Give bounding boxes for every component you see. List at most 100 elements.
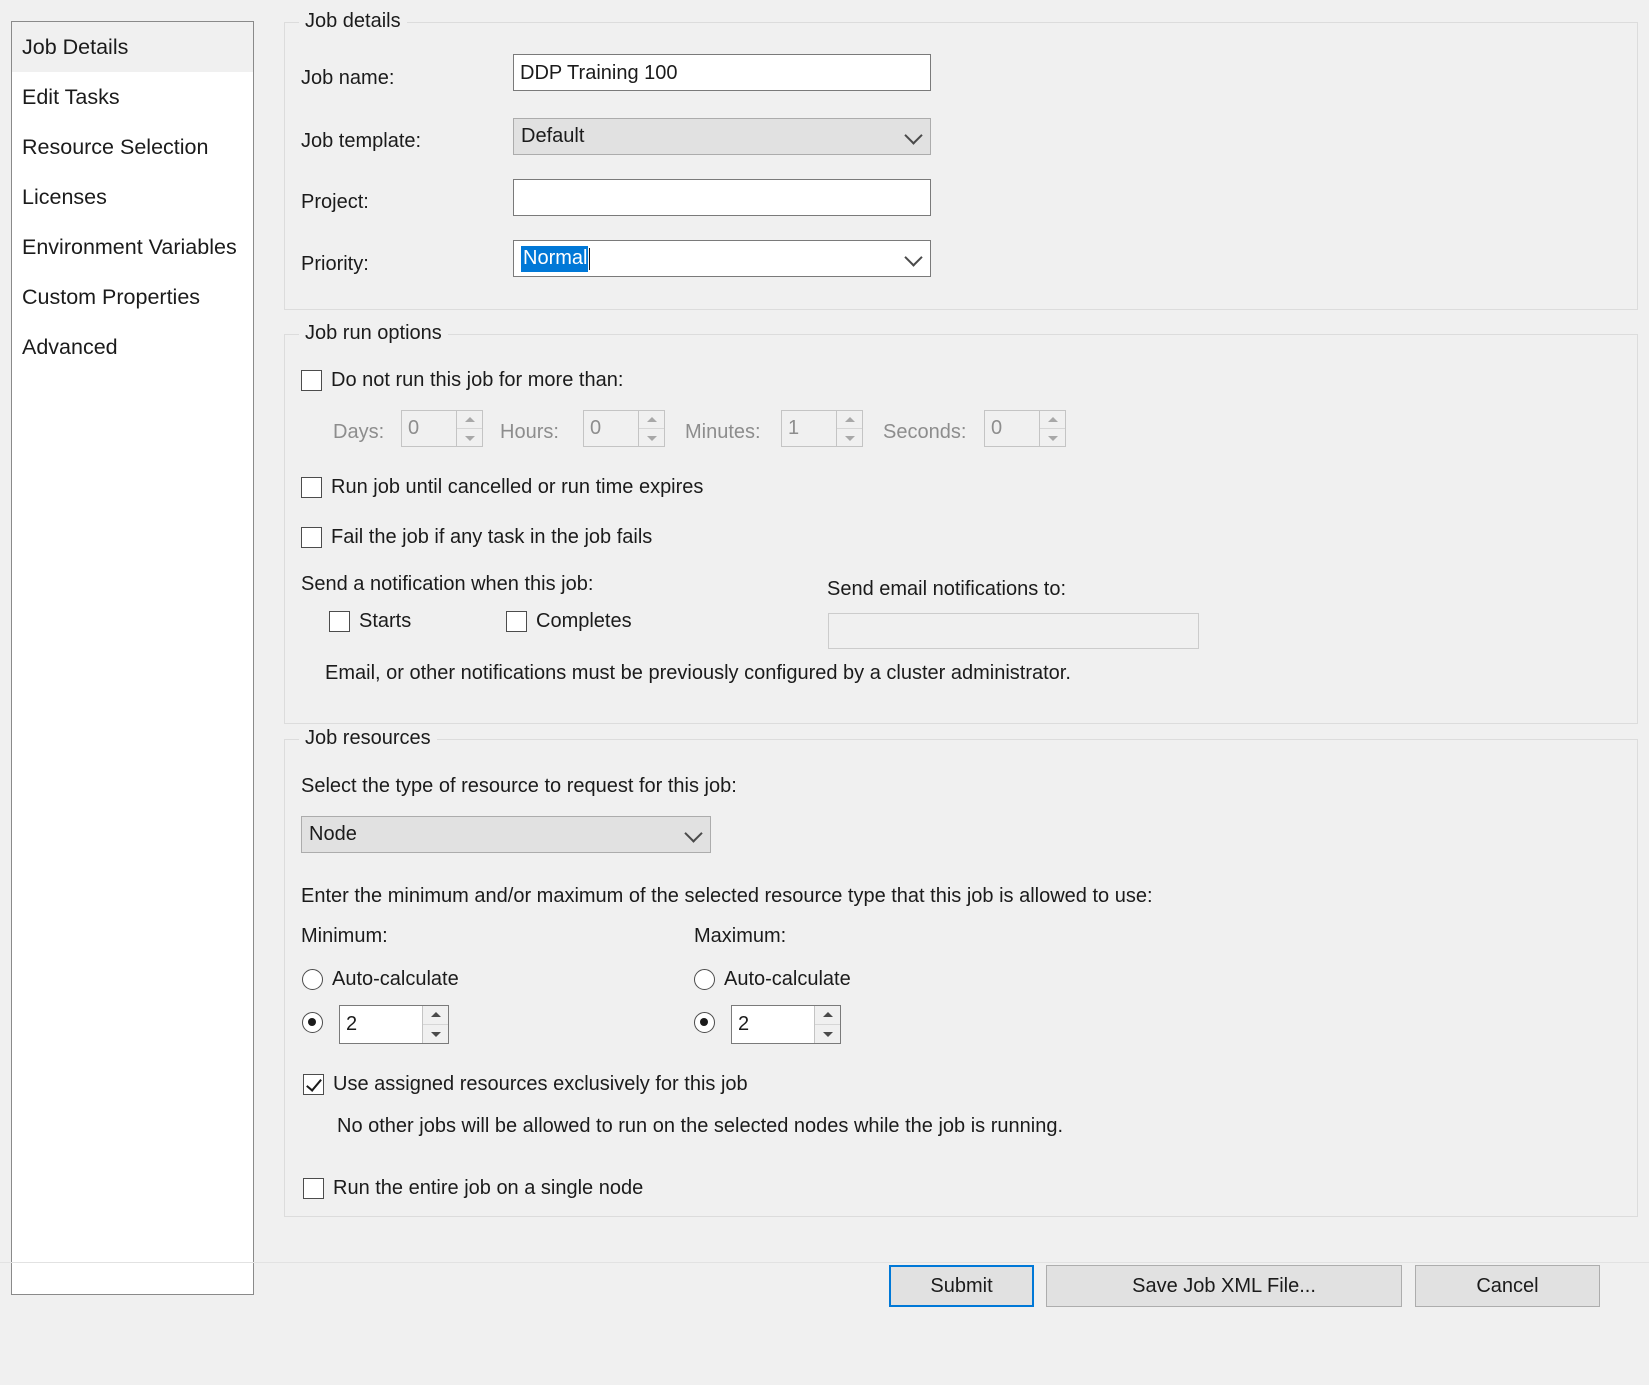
- exclusive-resources-checkbox[interactable]: [303, 1074, 324, 1095]
- minimum-spinner-buttons[interactable]: [422, 1006, 448, 1043]
- save-job-xml-button-label: Save Job XML File...: [1132, 1274, 1316, 1297]
- sidebar-item-resource-selection[interactable]: Resource Selection: [12, 122, 253, 172]
- notify-completes-checkbox-row[interactable]: Completes: [506, 610, 632, 633]
- days-spinner[interactable]: 0: [401, 410, 483, 447]
- sidebar-item-label: Environment Variables: [22, 235, 237, 259]
- sidebar-item-label: Custom Properties: [22, 285, 201, 309]
- notify-starts-checkbox-row[interactable]: Starts: [329, 610, 411, 633]
- save-job-xml-button[interactable]: Save Job XML File...: [1046, 1265, 1402, 1307]
- seconds-spinner[interactable]: 0: [984, 410, 1066, 447]
- maximum-value-radio-row[interactable]: [694, 1012, 715, 1033]
- exclusive-resources-label: Use assigned resources exclusively for t…: [333, 1073, 748, 1095]
- job-details-group: Job details Job name: DDP Training 100 J…: [284, 10, 1638, 310]
- run-until-cancelled-checkbox[interactable]: [301, 477, 322, 498]
- days-label: Days:: [333, 421, 385, 443]
- spinner-down-icon[interactable]: [423, 1025, 448, 1043]
- single-node-label: Run the entire job on a single node: [333, 1177, 644, 1199]
- resource-type-dropdown[interactable]: Node: [301, 816, 711, 853]
- hours-spinner[interactable]: 0: [583, 410, 665, 447]
- notify-starts-label: Starts: [359, 610, 412, 632]
- sidebar-item-label: Resource Selection: [22, 135, 209, 159]
- maximum-value: 2: [738, 1013, 750, 1035]
- notify-completes-checkbox[interactable]: [506, 611, 527, 632]
- run-until-cancelled-checkbox-row[interactable]: Run job until cancelled or run time expi…: [301, 476, 703, 499]
- chevron-down-icon: [904, 125, 923, 145]
- sidebar-item-advanced[interactable]: Advanced: [12, 322, 253, 372]
- minutes-spinner[interactable]: 1: [781, 410, 863, 447]
- notify-completes-label: Completes: [536, 610, 632, 632]
- spinner-down-icon[interactable]: [639, 429, 664, 446]
- spinner-up-icon[interactable]: [837, 411, 862, 429]
- cancel-button-label: Cancel: [1476, 1274, 1539, 1297]
- spinner-down-icon[interactable]: [1040, 429, 1065, 446]
- exclusive-resources-note: No other jobs will be allowed to run on …: [337, 1115, 1063, 1137]
- min-max-heading: Enter the minimum and/or maximum of the …: [301, 885, 1153, 907]
- minimum-value-radio-row[interactable]: [302, 1012, 323, 1033]
- sidebar-item-edit-tasks[interactable]: Edit Tasks: [12, 72, 253, 122]
- footer-separator: [0, 1262, 1649, 1263]
- sidebar-item-job-details[interactable]: Job Details: [12, 22, 253, 72]
- maximum-auto-radio-row[interactable]: Auto-calculate: [694, 968, 851, 991]
- spinner-up-icon[interactable]: [815, 1006, 840, 1025]
- minimum-value-spinner[interactable]: 2: [339, 1005, 449, 1044]
- spinner-down-icon[interactable]: [815, 1025, 840, 1043]
- maximum-auto-label: Auto-calculate: [724, 968, 851, 990]
- submit-button[interactable]: Submit: [889, 1265, 1034, 1307]
- exclusive-resources-checkbox-row[interactable]: Use assigned resources exclusively for t…: [303, 1073, 748, 1096]
- job-run-options-group-title: Job run options: [299, 322, 448, 345]
- days-value: 0: [408, 417, 420, 439]
- single-node-checkbox[interactable]: [303, 1178, 324, 1199]
- navigation-sidebar[interactable]: Job Details Edit Tasks Resource Selectio…: [11, 21, 254, 1295]
- minutes-label: Minutes:: [685, 421, 761, 443]
- minimum-auto-radio-row[interactable]: Auto-calculate: [302, 968, 459, 991]
- email-notifications-input[interactable]: [828, 613, 1199, 649]
- max-runtime-checkbox-row[interactable]: Do not run this job for more than:: [301, 369, 623, 392]
- minimum-value-radio[interactable]: [302, 1012, 323, 1033]
- sidebar-item-licenses[interactable]: Licenses: [12, 172, 253, 222]
- chevron-down-icon: [684, 823, 703, 843]
- email-configuration-note: Email, or other notifications must be pr…: [325, 662, 1071, 684]
- job-template-dropdown[interactable]: Default: [513, 118, 931, 155]
- sidebar-item-environment-variables[interactable]: Environment Variables: [12, 222, 253, 272]
- project-input[interactable]: [513, 179, 931, 216]
- spinner-up-icon[interactable]: [423, 1006, 448, 1025]
- spinner-up-icon[interactable]: [457, 411, 482, 429]
- hours-spinner-buttons[interactable]: [638, 411, 664, 446]
- email-notifications-heading: Send email notifications to:: [827, 578, 1067, 600]
- hours-value: 0: [590, 417, 602, 439]
- submit-button-label: Submit: [930, 1274, 993, 1297]
- seconds-spinner-buttons[interactable]: [1039, 411, 1065, 446]
- single-node-checkbox-row[interactable]: Run the entire job on a single node: [303, 1177, 643, 1200]
- job-name-input[interactable]: DDP Training 100: [513, 54, 931, 91]
- fail-job-checkbox[interactable]: [301, 527, 322, 548]
- minimum-auto-label: Auto-calculate: [332, 968, 459, 990]
- minimum-label: Minimum:: [301, 925, 388, 947]
- text-caret: [589, 247, 591, 270]
- maximum-spinner-buttons[interactable]: [814, 1006, 840, 1043]
- spinner-up-icon[interactable]: [1040, 411, 1065, 429]
- spinner-up-icon[interactable]: [639, 411, 664, 429]
- notification-heading: Send a notification when this job:: [301, 573, 594, 595]
- max-runtime-checkbox[interactable]: [301, 370, 322, 391]
- chevron-down-icon: [904, 247, 923, 267]
- resource-type-heading: Select the type of resource to request f…: [301, 775, 737, 797]
- maximum-auto-radio[interactable]: [694, 969, 715, 990]
- maximum-label: Maximum:: [694, 925, 787, 947]
- seconds-label: Seconds:: [883, 421, 967, 443]
- minimum-auto-radio[interactable]: [302, 969, 323, 990]
- minimum-value: 2: [346, 1013, 358, 1035]
- fail-job-checkbox-row[interactable]: Fail the job if any task in the job fail…: [301, 526, 652, 549]
- maximum-value-spinner[interactable]: 2: [731, 1005, 841, 1044]
- minutes-value: 1: [788, 417, 800, 439]
- cancel-button[interactable]: Cancel: [1415, 1265, 1600, 1307]
- sidebar-item-label: Advanced: [22, 335, 118, 359]
- spinner-down-icon[interactable]: [837, 429, 862, 446]
- sidebar-item-custom-properties[interactable]: Custom Properties: [12, 272, 253, 322]
- spinner-down-icon[interactable]: [457, 429, 482, 446]
- seconds-value: 0: [991, 417, 1003, 439]
- minutes-spinner-buttons[interactable]: [836, 411, 862, 446]
- maximum-value-radio[interactable]: [694, 1012, 715, 1033]
- days-spinner-buttons[interactable]: [456, 411, 482, 446]
- priority-dropdown[interactable]: Normal: [513, 240, 931, 277]
- notify-starts-checkbox[interactable]: [329, 611, 350, 632]
